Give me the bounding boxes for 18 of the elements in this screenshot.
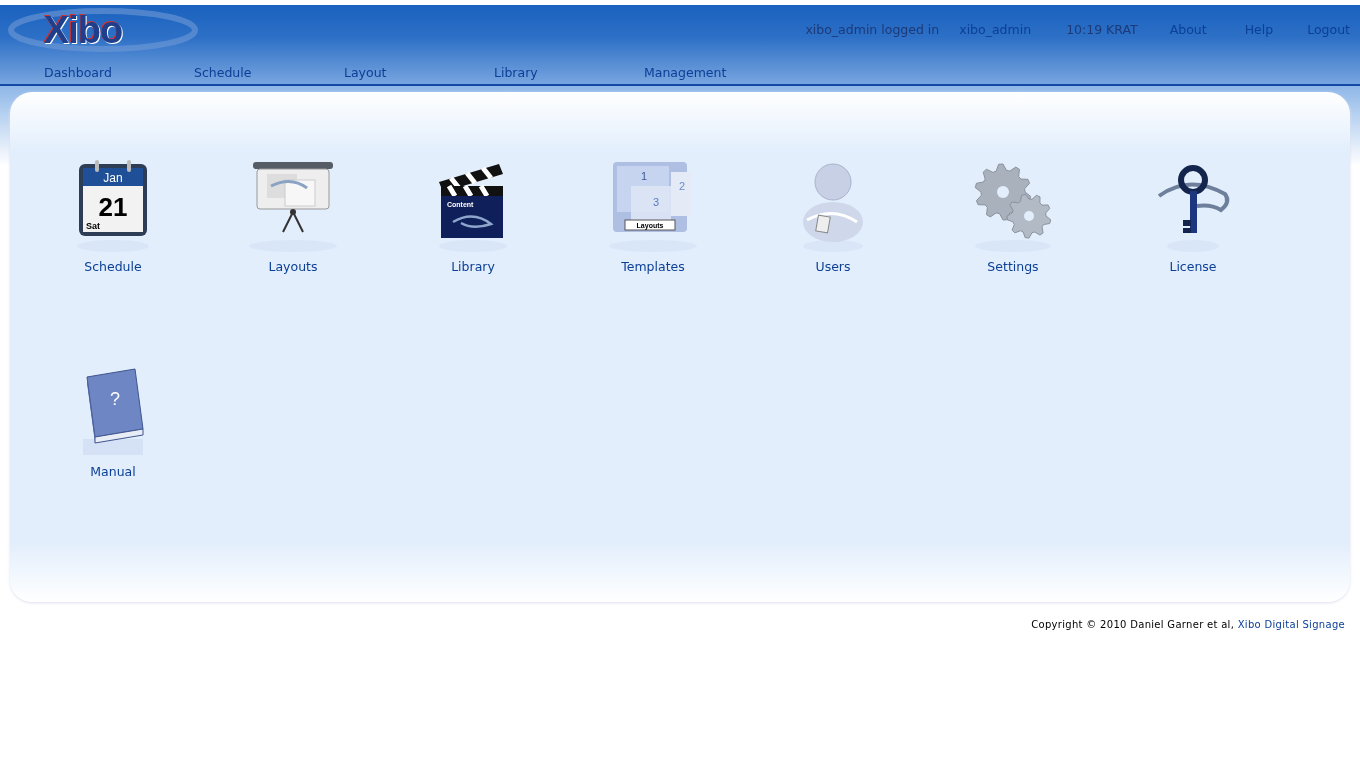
copyright-text: Copyright © 2010 Daniel Garner et al, [1031, 619, 1235, 630]
shortcut-link[interactable]: Users [815, 259, 851, 274]
nav-link[interactable]: Dashboard [34, 65, 184, 81]
footer-link[interactable]: Xibo Digital Signage [1237, 619, 1345, 630]
header-info-text: 10:19 KRAT [1065, 22, 1139, 38]
shortcut-link[interactable]: License [1169, 259, 1217, 274]
shortcut-link[interactable]: Manual [90, 464, 136, 479]
header-info-text: xibo_admin logged in [804, 22, 941, 38]
logo-swoosh-icon [8, 7, 198, 53]
nav-link[interactable]: Library [484, 65, 634, 81]
nav-link[interactable]: Layout [334, 65, 484, 81]
shortcut-link[interactable]: Settings [987, 259, 1039, 274]
shortcut-link[interactable]: Templates [621, 259, 685, 274]
nav-link[interactable]: Schedule [184, 65, 334, 81]
shortcut-link[interactable]: Schedule [84, 259, 142, 274]
shortcut-link[interactable]: Layouts [268, 259, 318, 274]
shortcut-link[interactable]: Library [451, 259, 495, 274]
nav-link[interactable]: Management [634, 65, 737, 81]
